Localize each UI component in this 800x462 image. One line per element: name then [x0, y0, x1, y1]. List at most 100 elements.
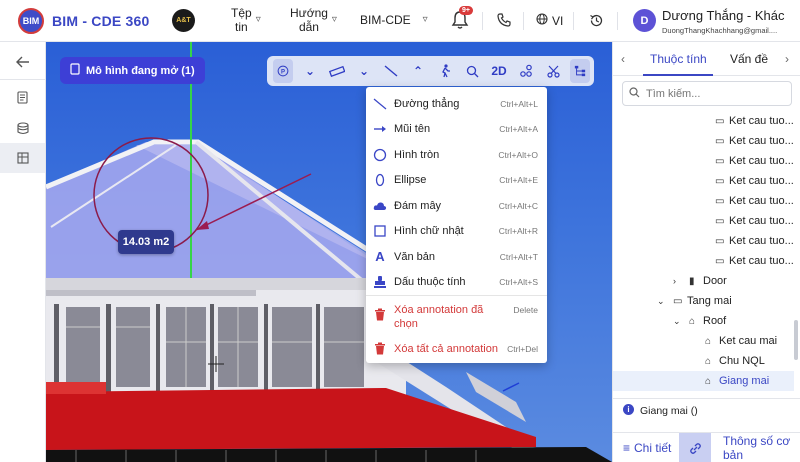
- link-icon[interactable]: [679, 433, 711, 462]
- view-2d-button[interactable]: 2D: [489, 59, 509, 83]
- language-selector[interactable]: VI: [536, 13, 563, 28]
- database-icon[interactable]: [0, 113, 45, 143]
- roof-icon: ⌂: [689, 315, 696, 327]
- roof-icon: ⌂: [705, 355, 712, 367]
- chevron-down-icon[interactable]: ⌄: [300, 59, 320, 83]
- svg-text:P: P: [281, 69, 285, 75]
- left-sidebar: [0, 42, 46, 462]
- network-icon[interactable]: [516, 59, 536, 83]
- roof-icon: ⌂: [705, 335, 712, 347]
- divider: [366, 295, 547, 296]
- tab-detail[interactable]: ≡ Chi tiết: [623, 433, 671, 462]
- menu-bim-cde[interactable]: BIM-CDE ▿: [360, 13, 428, 27]
- tree-item[interactable]: ⌂ Giang mai: [613, 371, 794, 391]
- menu-item-delete-selected[interactable]: Xóa annotation đã chọn Delete: [366, 301, 547, 333]
- tree-item[interactable]: ▭ Ket cau tuo...: [613, 211, 794, 231]
- scissors-icon[interactable]: [543, 59, 563, 83]
- selection-info: i Giang mai (): [613, 398, 800, 422]
- tree-item-label: Roof: [703, 315, 727, 327]
- app-logo[interactable]: BIM: [18, 8, 44, 34]
- menu-item-shortcut: Ctrl+Alt+R: [498, 225, 538, 236]
- measurement-label[interactable]: 14.03 m2: [118, 230, 174, 254]
- language-label: VI: [552, 13, 564, 28]
- tree-structure-icon[interactable]: [570, 59, 590, 83]
- menu-item-rectangle[interactable]: Hình chữ nhật Ctrl+Alt+R: [366, 218, 547, 243]
- menu-bim-cde-label: BIM-CDE: [360, 13, 411, 27]
- tree-item[interactable]: ⌂ Ket cau mai: [613, 331, 794, 351]
- arrow-icon: [373, 122, 387, 136]
- tree-item[interactable]: ▭ Ket cau tuo...: [613, 111, 794, 131]
- open-models-label: Mô hình đang mở (1): [86, 64, 195, 77]
- back-arrow-icon[interactable]: [0, 47, 45, 77]
- menu-item-delete-all[interactable]: Xóa tất cả annotation Ctrl+Del: [366, 336, 547, 361]
- tree-item[interactable]: ▭ Ket cau tuo...: [613, 231, 794, 251]
- divider: [482, 12, 483, 30]
- notification-badge: 9+: [459, 6, 473, 15]
- ellipse-icon: [373, 173, 387, 187]
- history-icon[interactable]: [588, 12, 604, 28]
- menu-item-circle[interactable]: Hình tròn Ctrl+Alt+O: [366, 142, 547, 167]
- divider: [617, 12, 618, 30]
- tab-properties[interactable]: Thuộc tính: [650, 52, 707, 66]
- globe-icon: [536, 13, 548, 28]
- tree-item-label: Giang mai: [719, 375, 770, 387]
- ruler-icon[interactable]: [327, 59, 347, 83]
- line-tool-icon[interactable]: [381, 59, 401, 83]
- search-input[interactable]: [646, 87, 776, 100]
- menu-item-stamp[interactable]: Dấu thuộc tính Ctrl+Alt+S: [366, 269, 547, 294]
- menu-item-ellipse[interactable]: Ellipse Ctrl+Alt+E: [366, 167, 547, 192]
- avatar[interactable]: D: [633, 9, 656, 32]
- tree-item[interactable]: ⌄ ▭ Tang mai: [613, 291, 794, 311]
- menu-item-label-line2: chọn: [394, 318, 418, 330]
- menu-item-arrow[interactable]: Mũi tên Ctrl+Alt+A: [366, 116, 547, 141]
- open-models-button[interactable]: Mô hình đang mở (1): [60, 57, 205, 84]
- tree-item[interactable]: ⌂ Chu NQL: [613, 351, 794, 371]
- tree-item-label: Door: [703, 275, 727, 287]
- tree-item[interactable]: ▭ Ket cau tuo...: [613, 251, 794, 271]
- tree-item[interactable]: ⌄ ⌂ Roof: [613, 311, 794, 331]
- menu-item-cloud[interactable]: Đám mây Ctrl+Alt+C: [366, 193, 547, 218]
- tab-basic-params[interactable]: Thông số cơ bản: [723, 433, 800, 462]
- chevron-left-icon[interactable]: ‹: [621, 52, 625, 66]
- model-view-icon[interactable]: [0, 143, 45, 173]
- selection-info-text: Giang mai (): [640, 405, 698, 417]
- phone-icon[interactable]: [496, 12, 512, 28]
- document-icon[interactable]: [0, 82, 45, 112]
- tab-issues[interactable]: Vấn đề: [730, 52, 768, 66]
- menu-item-shortcut: Ctrl+Alt+A: [499, 123, 538, 134]
- chevron-down-icon: ▿: [255, 14, 261, 25]
- search-icon[interactable]: [462, 59, 482, 83]
- divider: [573, 12, 574, 30]
- user-name[interactable]: Dương Thắng - Khác: [662, 8, 785, 23]
- tree-item-label: Ket cau tuo...: [729, 255, 794, 267]
- chevron-down-icon[interactable]: ⌄: [354, 59, 374, 83]
- menu-guide[interactable]: Hướng dẫn ▿: [290, 6, 337, 34]
- tree-item[interactable]: ▭ Ket cau tuo...: [613, 151, 794, 171]
- chevron-down-icon[interactable]: ⌄: [657, 296, 665, 307]
- menu-file[interactable]: Tệp tin ▿: [231, 6, 261, 34]
- walk-icon[interactable]: [435, 59, 455, 83]
- circle-icon: [373, 148, 387, 162]
- app-title: BIM - CDE 360: [52, 13, 150, 29]
- menu-item-line[interactable]: Đường thẳng Ctrl+Alt+L: [366, 91, 547, 116]
- search-box[interactable]: [622, 81, 792, 106]
- tree-item[interactable]: ▭ Ket cau tuo...: [613, 131, 794, 151]
- menu-item-label: Xóa tất cả annotation: [394, 342, 498, 355]
- tree-item[interactable]: ▭ Ket cau tuo...: [613, 191, 794, 211]
- tree-item-label: Ket cau tuo...: [729, 155, 794, 167]
- pan-tool-button[interactable]: P: [273, 59, 293, 83]
- chevron-down-icon: ▿: [422, 14, 428, 25]
- menu-item-label: Dấu thuộc tính: [394, 275, 466, 288]
- tree-item-label: Ket cau tuo...: [729, 175, 794, 187]
- tree-item[interactable]: ▭ Ket cau tuo...: [613, 171, 794, 191]
- tree-item[interactable]: › ▮ Door: [613, 271, 794, 291]
- chevron-up-icon[interactable]: ⌃: [408, 59, 428, 83]
- info-icon: i: [623, 404, 634, 415]
- text-icon: A: [375, 249, 385, 264]
- menu-item-text[interactable]: A Văn bản Ctrl+Alt+T: [366, 244, 547, 269]
- chevron-right-icon[interactable]: ›: [785, 52, 789, 66]
- chevron-right-icon[interactable]: ›: [673, 276, 676, 286]
- scrollbar[interactable]: [794, 120, 798, 400]
- scrollbar-thumb[interactable]: [794, 320, 798, 360]
- chevron-down-icon[interactable]: ⌄: [673, 316, 681, 327]
